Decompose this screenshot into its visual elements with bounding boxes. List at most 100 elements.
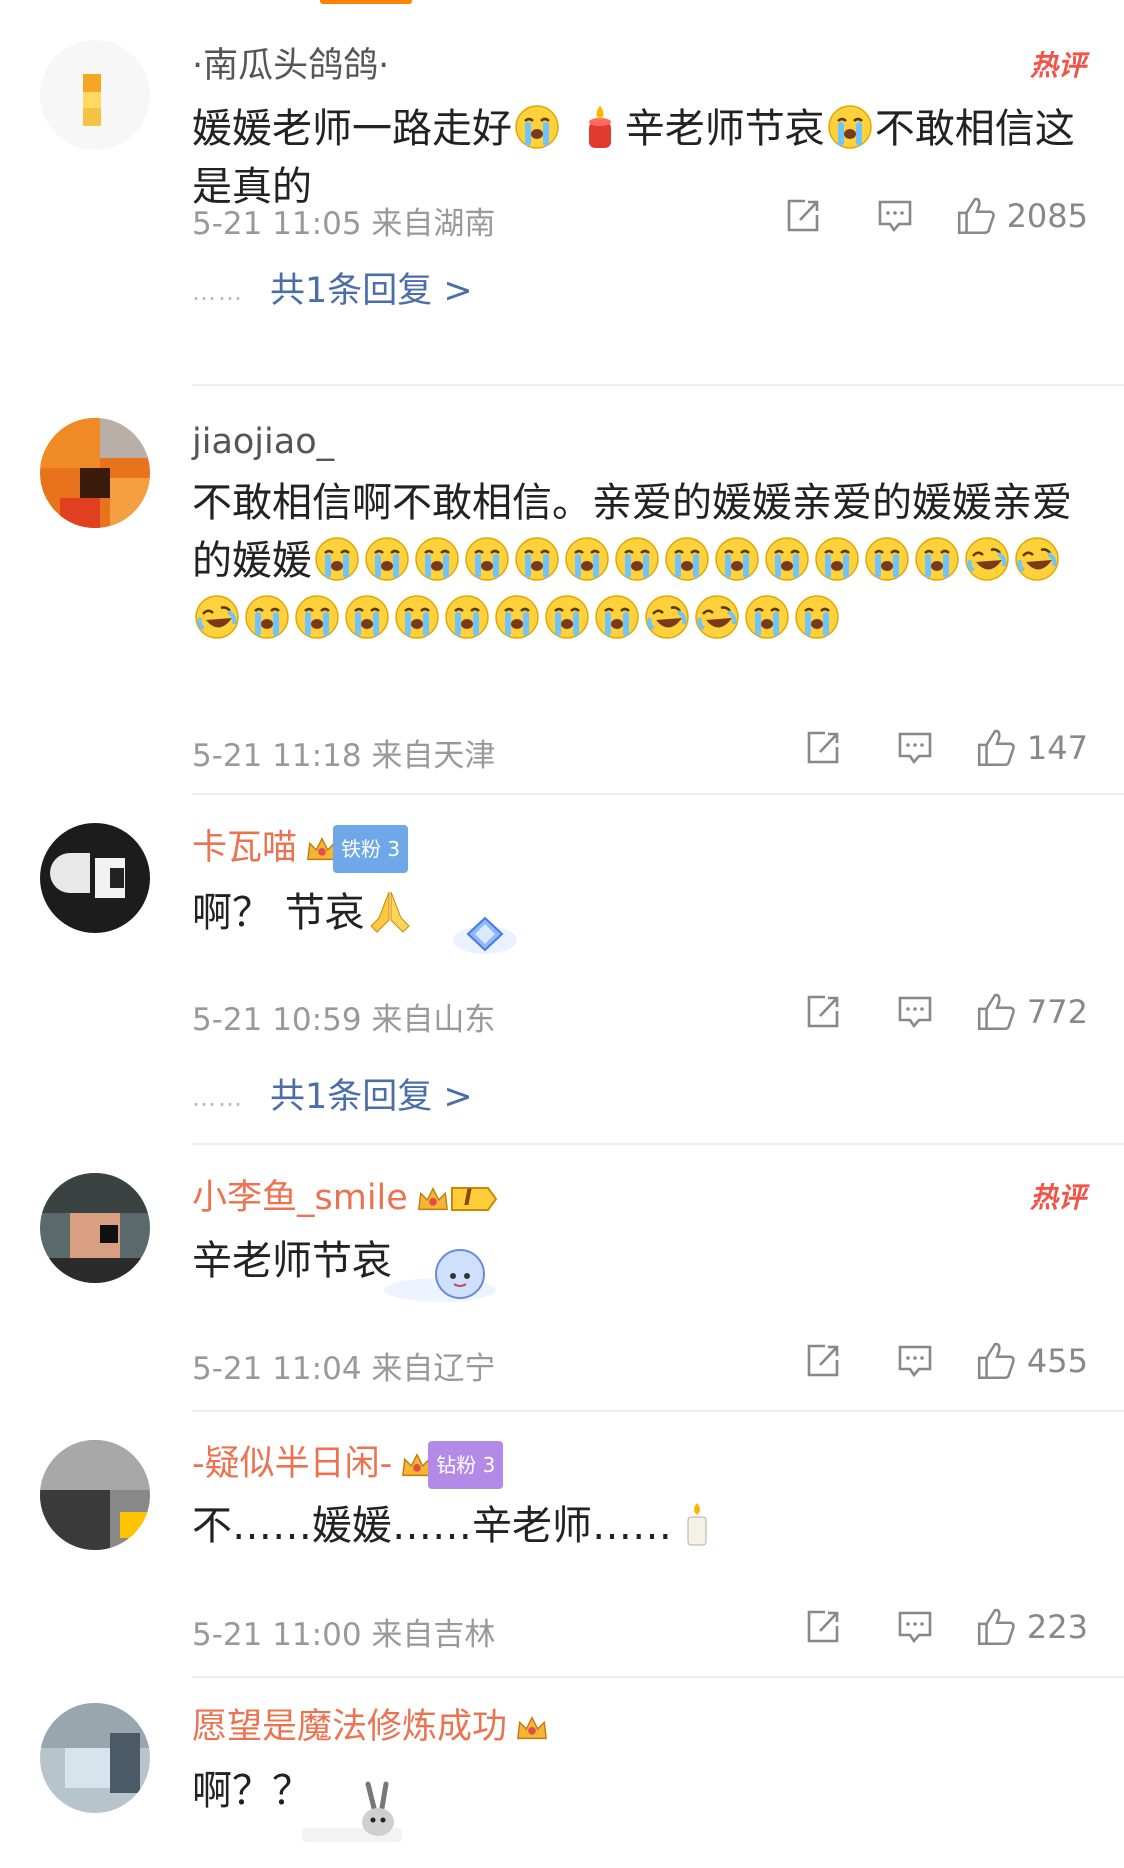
repost-button[interactable]: [777, 988, 869, 1036]
username[interactable]: 愿望是魔法修炼成功: [192, 1705, 549, 1749]
like-icon: [975, 1606, 1017, 1648]
crying-face-icon: [744, 594, 790, 640]
crying-face-icon: [544, 594, 590, 640]
crying-face-icon: [514, 536, 560, 582]
username[interactable]: jiaojiao_: [192, 420, 334, 464]
crying-face-icon: [864, 536, 910, 582]
divider: [192, 384, 1124, 386]
like-button[interactable]: 455: [975, 1340, 1088, 1382]
crying-face-icon: [914, 536, 960, 582]
candle-icon: [687, 1503, 707, 1546]
comment-meta: 5-21 11:00 来自吉林: [192, 1617, 496, 1653]
diamond-sticker-icon: [453, 916, 517, 954]
crying-face-icon: [494, 594, 540, 640]
laugh-cry-icon: [1014, 536, 1060, 582]
divider: [192, 1410, 1124, 1412]
crying-face-icon: [444, 594, 490, 640]
hot-comment-badge: 热评: [1029, 1181, 1086, 1214]
vip-level-badge: I: [416, 1177, 498, 1221]
crying-face-icon: [714, 536, 760, 582]
comment-text: 不敢相信啊不敢相信。亲爱的媛媛亲爱的媛媛亲爱的媛媛: [192, 474, 1092, 648]
avatar[interactable]: [40, 823, 150, 933]
like-icon: [975, 727, 1017, 769]
view-replies-link[interactable]: …… 共1条回复 >: [192, 1068, 473, 1119]
comment-button[interactable]: [869, 1337, 961, 1385]
rabbit-sticker-icon: [302, 1781, 402, 1842]
comment-actions: 772: [777, 988, 1088, 1036]
like-button[interactable]: 2085: [955, 195, 1088, 237]
repost-icon: [803, 992, 843, 1032]
comment-icon: [875, 196, 915, 236]
repost-button[interactable]: [757, 192, 849, 240]
chibi-sticker-icon: [384, 1249, 496, 1302]
comment-meta: 5-21 11:04 来自辽宁: [192, 1351, 496, 1387]
avatar[interactable]: [40, 1440, 150, 1550]
crying-face-icon: [827, 104, 873, 150]
repost-icon: [783, 196, 823, 236]
avatar[interactable]: [40, 40, 150, 150]
comment-icon: [895, 1607, 935, 1647]
repost-button[interactable]: [777, 1603, 869, 1651]
comment-meta: 5-21 10:59 来自山东: [192, 1002, 496, 1038]
laugh-cry-icon: [694, 594, 740, 640]
comment-meta: 5-21 11:18 来自天津: [192, 738, 496, 774]
avatar[interactable]: [40, 418, 150, 528]
view-replies-link[interactable]: …… 共1条回复 >: [192, 262, 473, 313]
repost-icon: [803, 1341, 843, 1381]
reply-dots: ……: [192, 1084, 244, 1112]
avatar[interactable]: [40, 1703, 150, 1813]
comment-actions: 147: [777, 724, 1088, 772]
crying-face-icon: [794, 594, 840, 640]
username[interactable]: ·南瓜头鸽鸽·: [192, 44, 389, 88]
crying-face-icon: [314, 536, 360, 582]
comment-text: 啊？ 节哀: [192, 884, 1092, 942]
crying-face-icon: [664, 536, 710, 582]
repost-icon: [803, 1607, 843, 1647]
like-count: 147: [1026, 729, 1088, 767]
comment-button[interactable]: [869, 1603, 961, 1651]
crown-icon: [515, 1713, 549, 1743]
repost-button[interactable]: [777, 724, 869, 772]
candle-icon: [588, 106, 611, 148]
like-count: 223: [1026, 1608, 1088, 1646]
crying-face-icon: [294, 594, 340, 640]
comment-icon: [895, 1341, 935, 1381]
divider: [192, 1143, 1124, 1145]
hot-comment-badge: 热评: [1029, 49, 1086, 82]
laugh-cry-icon: [644, 594, 690, 640]
crying-face-icon: [394, 594, 440, 640]
comment-actions: 223: [777, 1603, 1088, 1651]
crying-face-icon: [414, 536, 460, 582]
fan-badge: 钻粉 3: [400, 1441, 504, 1489]
comment-meta: 5-21 11:05 来自湖南: [192, 206, 496, 242]
username[interactable]: 小李鱼_smile I: [192, 1176, 498, 1221]
divider: [192, 793, 1124, 795]
crying-face-icon: [244, 594, 290, 640]
username[interactable]: -疑似半日闲- 钻粉 3: [192, 1441, 504, 1489]
repost-icon: [803, 728, 843, 768]
like-button[interactable]: 147: [975, 727, 1088, 769]
repost-button[interactable]: [777, 1337, 869, 1385]
comment-actions: 455: [777, 1337, 1088, 1385]
username[interactable]: 卡瓦喵 铁粉 3: [192, 825, 409, 873]
crying-face-icon: [614, 536, 660, 582]
divider: [192, 1676, 1124, 1678]
comment-button[interactable]: [869, 724, 961, 772]
like-button[interactable]: 772: [975, 991, 1088, 1033]
avatar[interactable]: [40, 1173, 150, 1283]
like-button[interactable]: 223: [975, 1606, 1088, 1648]
crying-face-icon: [594, 594, 640, 640]
comment-button[interactable]: [849, 192, 941, 240]
like-icon: [975, 991, 1017, 1033]
crying-face-icon: [514, 104, 560, 150]
like-count: 772: [1026, 993, 1088, 1031]
active-tab-indicator: [320, 0, 412, 4]
comment-button[interactable]: [869, 988, 961, 1036]
crying-face-icon: [344, 594, 390, 640]
crying-face-icon: [364, 536, 410, 582]
like-icon: [975, 1340, 1017, 1382]
comment-text: 不……媛媛……辛老师……: [192, 1497, 1092, 1555]
like-icon: [955, 195, 997, 237]
comment-actions: 2085: [757, 192, 1088, 240]
comment-icon: [895, 992, 935, 1032]
